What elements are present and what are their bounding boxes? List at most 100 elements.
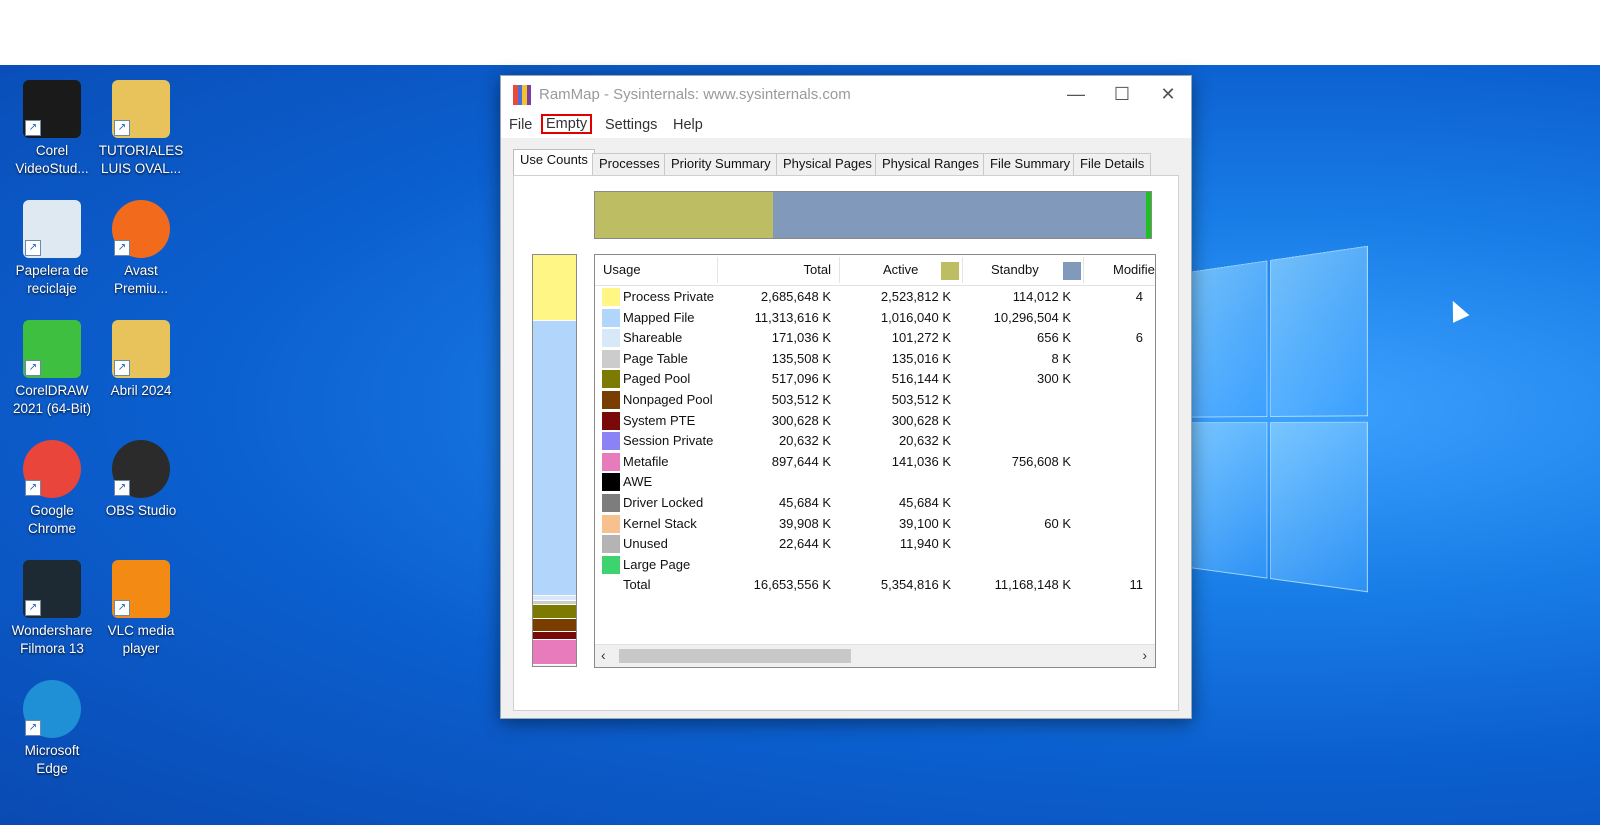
cell-standby: 11,168,148 K [994,577,1071,593]
cell-usage: Metafile [623,453,669,469]
windows-logo-wallpaper [1188,245,1368,604]
tab-physical-pages[interactable]: Physical Pages [776,153,879,175]
cell-standby: 756,608 K [1011,453,1071,469]
cell-total: 517,096 K [771,371,831,387]
table-row[interactable]: Shareable 171,036 K 101,272 K 656 K 6 [595,328,1155,349]
usage-bar-segment [533,618,576,632]
tab-file-details[interactable]: File Details [1073,153,1152,175]
cell-usage: System PTE [623,412,696,428]
shortcut-arrow-icon: ↗ [114,360,130,376]
table-row[interactable]: Session Private 20,632 K 20,632 K [595,431,1155,452]
table-row[interactable]: Large Page [595,555,1155,576]
menu-empty[interactable]: Empty [541,114,593,134]
cell-active: 135,016 K [891,350,951,366]
table-row[interactable]: Mapped File 11,313,616 K 1,016,040 K 10,296… [595,308,1155,329]
tab-use-counts[interactable]: Use Counts [513,149,595,176]
desktop-icon[interactable]: ↗ Microsoft Edge [8,680,96,778]
cell-usage: Large Page [623,556,691,572]
scroll-right-arrow-icon[interactable]: › [1142,647,1147,663]
table-row[interactable]: Page Table 135,508 K 135,016 K 8 K [595,349,1155,370]
menu-file[interactable]: File [505,116,536,134]
desktop-icon-label: OBS Studio [105,503,177,518]
cell-total: 171,036 K [771,330,831,346]
desktop-icon[interactable]: ↗ CorelDRAW 2021 (64-Bit) [8,320,96,418]
cell-usage: Driver Locked [623,495,704,510]
desktop-icon[interactable]: ↗ TUTORIALES LUIS OVAL... [97,80,185,178]
title-bar[interactable]: RamMap - Sysinternals: www.sysinternals.… [501,76,1191,114]
tab-file-summary[interactable]: File Summary [983,153,1078,175]
use-counts-table[interactable]: Usage Total Active Standby Modifie Proce… [594,254,1156,668]
menu-settings[interactable]: Settings [601,116,661,134]
tab-priority-summary[interactable]: Priority Summary [664,153,778,175]
desktop-icon-label: Papelera de reciclaje [15,263,89,296]
shortcut-arrow-icon: ↗ [25,480,41,496]
table-row[interactable]: AWE [595,472,1155,493]
mouse-cursor-icon [1444,297,1470,323]
obs-icon: ↗ [112,440,170,498]
maximize-button[interactable]: ☐ [1099,76,1145,114]
desktop-icon[interactable]: ↗ Wondershare Filmora 13 [8,560,96,658]
horizontal-scrollbar[interactable]: ‹ › [595,644,1155,667]
cell-active: 20,632 K [898,433,951,449]
vlc-icon: ↗ [112,560,170,618]
table-row[interactable]: Driver Locked 45,684 K 45,684 K [595,493,1155,514]
avast-icon: ↗ [112,200,170,258]
column-usage[interactable]: Usage [603,262,641,277]
cell-usage: AWE [623,474,653,490]
cell-total: 135,508 K [771,350,831,366]
cell-total: 300,628 K [771,412,831,428]
desktop-icon-label: Abril 2024 [110,383,172,398]
scroll-left-arrow-icon[interactable]: ‹ [601,647,606,663]
column-standby[interactable]: Standby [991,262,1039,277]
table-row[interactable]: Unused 22,644 K 11,940 K [595,534,1155,555]
desktop-icon[interactable]: ↗ Abril 2024 [97,320,185,400]
tab-processes[interactable]: Processes [592,153,667,175]
table-row[interactable]: Paged Pool 517,096 K 516,144 K 300 K [595,369,1155,390]
cell-total: 22,644 K [778,536,831,552]
table-header: Usage Total Active Standby Modifie [595,255,1155,286]
menu-help[interactable]: Help [669,116,707,134]
cell-usage: Process Private [623,289,715,304]
scrollbar-thumb[interactable] [619,649,851,663]
cell-total: 11,313,616 K [754,309,831,325]
desktop-icon[interactable]: ↗ Google Chrome [8,440,96,538]
cell-modified: 6 [1135,330,1143,346]
usage-color-swatch [602,535,620,554]
close-button[interactable]: ✕ [1145,76,1191,114]
cell-total: 503,512 K [771,392,831,407]
memory-bar-segment [773,192,1146,238]
table-row[interactable]: System PTE 300,628 K 300,628 K [595,411,1155,432]
cell-usage: Mapped File [623,309,695,325]
usage-color-swatch [602,473,620,492]
table-row[interactable]: Total 16,653,556 K 5,354,816 K 11,168,148 K… [595,575,1155,596]
table-row[interactable]: Process Private 2,685,648 K 2,523,812 K 114… [595,287,1155,308]
cell-usage: Shareable [623,330,683,346]
tab-physical-ranges[interactable]: Physical Ranges [875,153,986,175]
desktop-icon[interactable]: ↗ Papelera de reciclaje [8,200,96,298]
column-active[interactable]: Active [883,262,918,277]
usage-bar-segment [533,255,576,321]
column-total[interactable]: Total [725,262,831,277]
desktop-icon-label: CorelDRAW 2021 (64-Bit) [12,383,92,416]
desktop-icon-label: Corel VideoStud... [15,143,89,176]
desktop-icon[interactable]: ↗ Avast Premiu... [97,200,185,298]
usage-color-swatch [602,452,620,471]
minimize-button[interactable]: — [1053,76,1099,114]
table-row[interactable]: Metafile 897,644 K 141,036 K 756,608 K [595,452,1155,473]
column-color-swatch [941,262,959,280]
coreldraw-icon: ↗ [23,320,81,378]
chrome-icon: ↗ [23,440,81,498]
column-color-swatch [1063,262,1081,280]
window-title: RamMap - Sysinternals: www.sysinternals.… [539,86,851,103]
cell-standby: 60 K [1044,515,1071,531]
desktop-icon[interactable]: ↗ OBS Studio [97,440,185,520]
cell-active: 300,628 K [891,412,951,428]
usage-color-swatch [602,349,620,368]
desktop-icon[interactable]: ↗ VLC media player [97,560,185,658]
usage-color-swatch [602,329,620,348]
cell-active: 2,523,812 K [880,289,951,304]
column-modified[interactable]: Modifie [1113,262,1155,277]
desktop-icon[interactable]: ↗ Corel VideoStud... [8,80,96,178]
table-row[interactable]: Nonpaged Pool 503,512 K 503,512 K [595,390,1155,411]
table-row[interactable]: Kernel Stack 39,908 K 39,100 K 60 K [595,514,1155,535]
